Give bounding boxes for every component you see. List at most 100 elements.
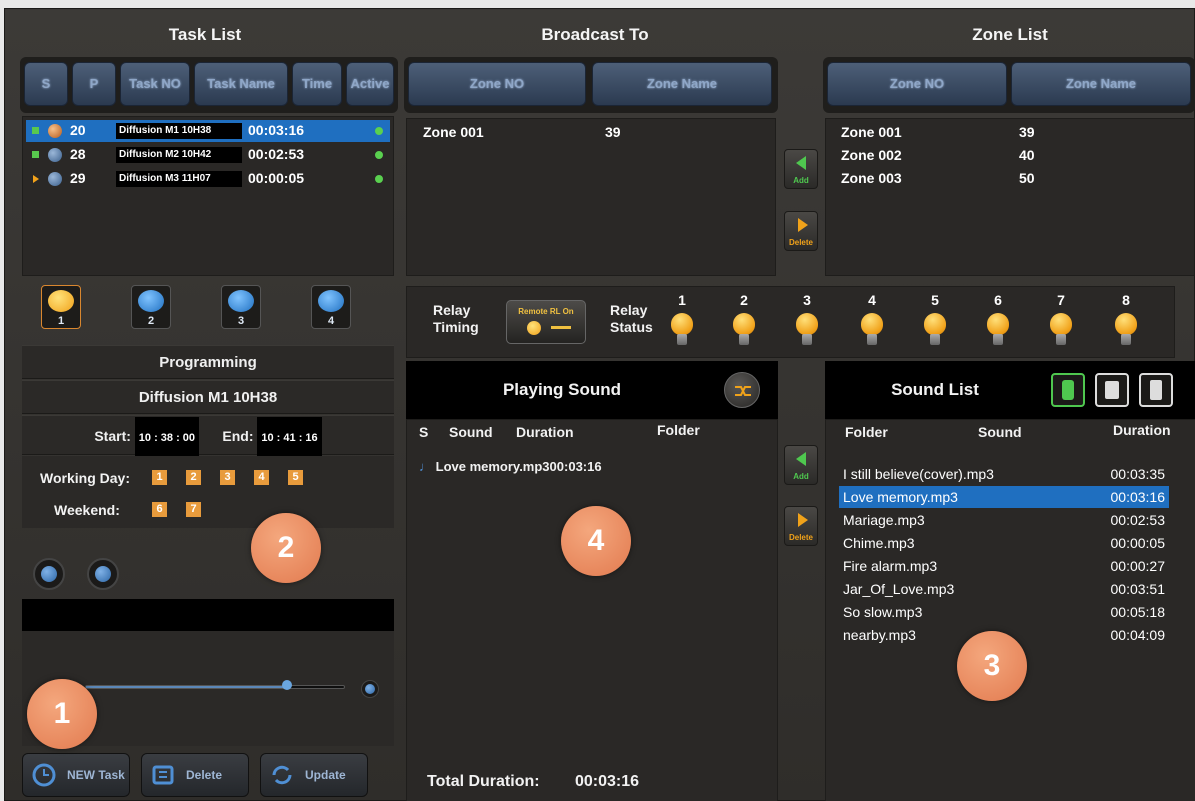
- working-day-5[interactable]: 5: [288, 470, 303, 485]
- programming-label: Programming: [22, 345, 394, 379]
- playing-sound-title: Playing Sound: [502, 380, 622, 399]
- arrow-right-icon: [798, 513, 808, 527]
- relay-4-bulb-icon[interactable]: [861, 313, 883, 347]
- playing-sound-row[interactable]: ♩ Love memory.mp300:03:16: [419, 459, 759, 479]
- task-name: Diffusion M1 10H38: [116, 123, 242, 139]
- sound-duration: 00:03:35: [1110, 466, 1166, 482]
- callout-badge-2: 2: [251, 513, 321, 583]
- usb-button[interactable]: [1139, 373, 1173, 407]
- start-label: Start:: [94, 428, 131, 444]
- volume-up-button[interactable]: [361, 680, 379, 698]
- storage-button[interactable]: [1051, 373, 1085, 407]
- shuffle-button[interactable]: [724, 372, 760, 408]
- sound-list-row[interactable]: Chime.mp3 00:00:05: [839, 532, 1169, 554]
- volume-slider[interactable]: [85, 680, 345, 690]
- sound-delete-button[interactable]: Delete: [784, 506, 818, 546]
- task-list-title: Task List: [168, 25, 242, 44]
- playback-display: [22, 599, 394, 631]
- arrow-left-icon: [796, 156, 806, 170]
- zone-add-button[interactable]: Add: [784, 149, 818, 189]
- sound-list-row[interactable]: Jar_Of_Love.mp3 00:03:51: [839, 578, 1169, 600]
- sound-add-button[interactable]: Add: [784, 445, 818, 485]
- relay-timing-line-2: Timing: [433, 319, 479, 335]
- alarm-clock-2-button[interactable]: 2: [131, 285, 171, 329]
- relay-number-6: 6: [994, 292, 1002, 308]
- broadcast-zone-no-button[interactable]: Zone NO: [408, 62, 586, 106]
- alarm-clock-3-button[interactable]: 3: [221, 285, 261, 329]
- task-no: 28: [70, 146, 86, 162]
- sound-list-row[interactable]: Love memory.mp3 00:03:16: [839, 486, 1169, 508]
- working-day-label: Working Day:: [40, 470, 130, 486]
- broadcast-to-title: Broadcast To: [541, 25, 649, 44]
- relay-6-bulb-icon[interactable]: [987, 313, 1009, 347]
- task-row[interactable]: 20 Diffusion M1 10H38 00:03:16: [26, 120, 390, 142]
- relay-status-line-1: Relay: [610, 302, 648, 318]
- sound-list-row[interactable]: Mariage.mp3 00:02:53: [839, 509, 1169, 531]
- stop-button[interactable]: [87, 558, 119, 590]
- weekend-day-7[interactable]: 7: [186, 502, 201, 517]
- working-day-1[interactable]: 1: [152, 470, 167, 485]
- zone-list-no-button[interactable]: Zone NO: [827, 62, 1007, 106]
- zone-delete-button[interactable]: Delete: [784, 211, 818, 251]
- alarm-clock-1-button[interactable]: 1: [41, 285, 81, 329]
- relay-8-bulb-icon[interactable]: [1115, 313, 1137, 347]
- zone-list-name-button[interactable]: Zone Name: [1011, 62, 1191, 106]
- start-time-field[interactable]: 10 : 38 : 00: [134, 417, 200, 459]
- play-button[interactable]: [33, 558, 65, 590]
- sound-duration: 00:05:18: [1110, 604, 1166, 620]
- zone-list-row[interactable]: Zone 002 40: [841, 144, 1141, 166]
- sound-name: nearby.mp3: [843, 627, 916, 643]
- zone-list-row[interactable]: Zone 003 50: [841, 167, 1141, 189]
- col-task-no-button[interactable]: Task NO: [120, 62, 190, 106]
- relay-number-8: 8: [1122, 292, 1130, 308]
- active-dot-icon: [375, 127, 383, 135]
- callout-badge-4: 4: [561, 506, 631, 576]
- sound-list-row[interactable]: Fire alarm.mp3 00:00:27: [839, 555, 1169, 577]
- broadcast-header-bar: Zone NO Zone Name: [404, 57, 778, 113]
- col-p-button[interactable]: P: [72, 62, 116, 106]
- relay-1-bulb-icon[interactable]: [671, 313, 693, 347]
- task-row[interactable]: 28 Diffusion M2 10H42 00:02:53: [26, 144, 390, 166]
- remote-relay-button[interactable]: Remote RL On: [506, 300, 586, 344]
- sd-card-button[interactable]: [1095, 373, 1129, 407]
- broadcast-zone-name-button[interactable]: Zone Name: [592, 62, 772, 106]
- relay-5-bulb-icon[interactable]: [924, 313, 946, 347]
- update-button[interactable]: Update: [260, 753, 368, 797]
- relay-7-bulb-icon[interactable]: [1050, 313, 1072, 347]
- relay-number-1: 1: [678, 292, 686, 308]
- task-time: 00:03:16: [248, 122, 305, 138]
- broadcast-zone-row[interactable]: Zone 001 39: [423, 121, 723, 143]
- sound-name: Mariage.mp3: [843, 512, 925, 528]
- col-s-button[interactable]: S: [24, 62, 68, 106]
- alarm-clock-4-button[interactable]: 4: [311, 285, 351, 329]
- end-time-field[interactable]: 10 : 41 : 16: [257, 417, 322, 459]
- col-active-button[interactable]: Active: [346, 62, 394, 106]
- working-day-2[interactable]: 2: [186, 470, 201, 485]
- col-time-button[interactable]: Time: [292, 62, 342, 106]
- relay-timing-label: Relay Timing: [433, 302, 479, 336]
- task-row[interactable]: 29 Diffusion M3 11H07 00:00:05: [26, 168, 390, 190]
- sound-duration: 00:02:53: [1110, 512, 1166, 528]
- sound-list-row[interactable]: So slow.mp3 00:05:18: [839, 601, 1169, 623]
- delete-task-button[interactable]: Delete Task: [141, 753, 249, 797]
- new-task-button[interactable]: NEW Task: [22, 753, 130, 797]
- relay-switch-icon: [551, 326, 571, 329]
- status-square-icon: [32, 151, 39, 158]
- sound-list-row[interactable]: I still believe(cover).mp3 00:03:35: [839, 463, 1169, 485]
- col-task-name-button[interactable]: Task Name: [194, 62, 288, 106]
- delete-task-label: Delete Task: [186, 768, 223, 782]
- delete-label: Delete: [788, 238, 813, 247]
- col-s-label: S: [419, 424, 429, 440]
- relay-status-line-2: Status: [610, 319, 653, 335]
- zone-list-row[interactable]: Zone 001 39: [841, 121, 1141, 143]
- weekend-day-6[interactable]: 6: [152, 502, 167, 517]
- relay-number-5: 5: [931, 292, 939, 308]
- task-name: Diffusion M2 10H42: [116, 147, 242, 163]
- relay-3-bulb-icon[interactable]: [796, 313, 818, 347]
- working-day-3[interactable]: 3: [220, 470, 235, 485]
- relay-2-bulb-icon[interactable]: [733, 313, 755, 347]
- volume-thumb[interactable]: [282, 680, 293, 690]
- weekend-label: Weekend:: [54, 502, 120, 518]
- alarm-clock-icon: [138, 290, 164, 312]
- working-day-4[interactable]: 4: [254, 470, 269, 485]
